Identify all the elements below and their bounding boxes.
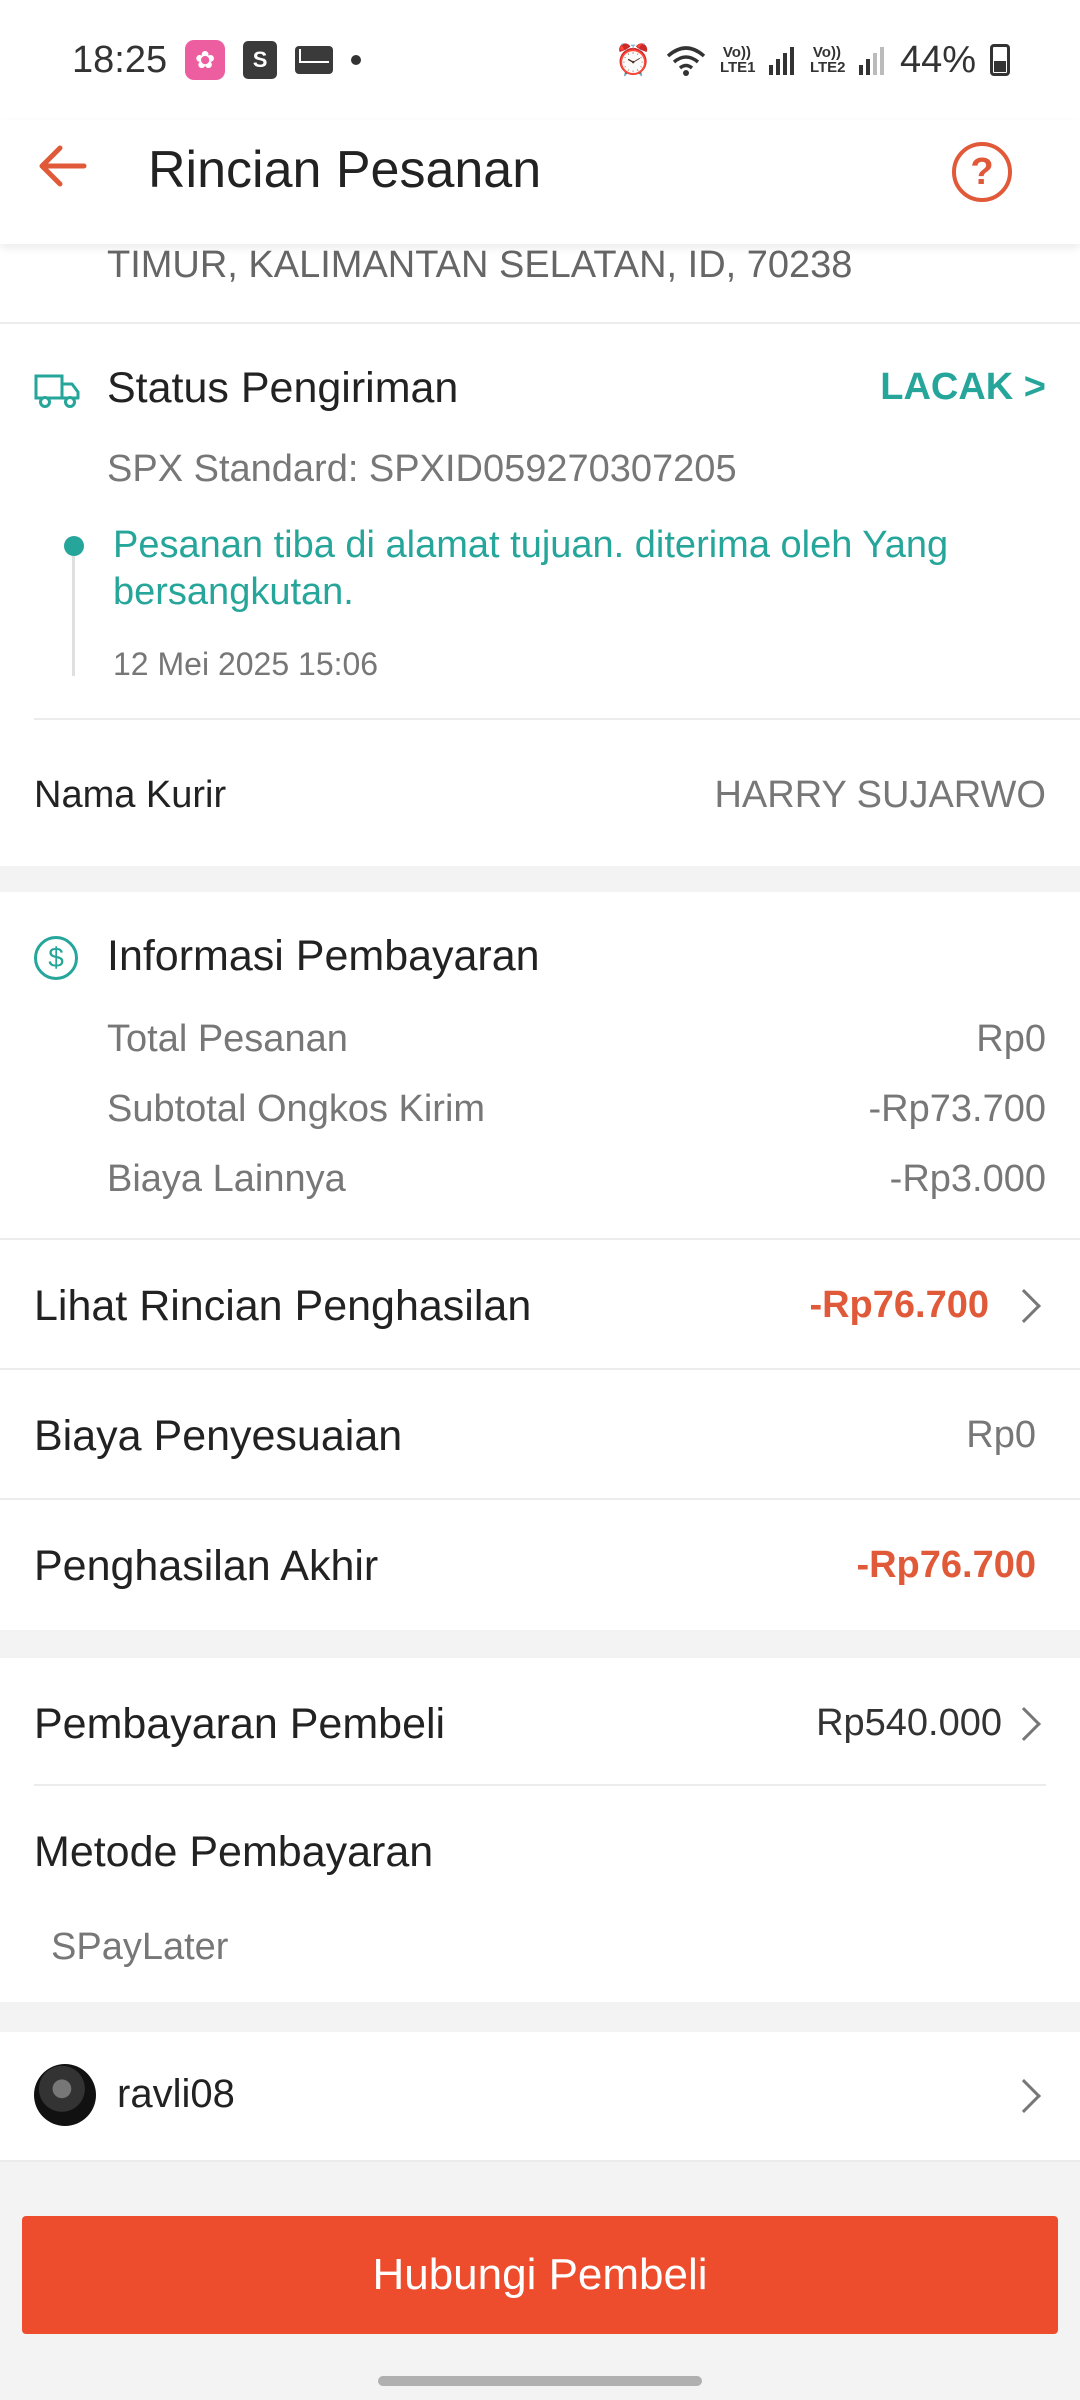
more-notifications-dot (351, 55, 362, 65)
courier-name: HARRY SUJARWO (714, 774, 1046, 816)
income-details-value: -Rp76.700 (809, 1284, 989, 1326)
total-order-label: Total Pesanan (107, 1018, 348, 1060)
timeline-line (72, 556, 75, 676)
status-bar: 18:25 ✿ S ⏰ Vo)) LTE1 Vo)) LTE2 44% (0, 0, 1080, 120)
alarm-icon: ⏰ (614, 43, 652, 77)
other-fees-label: Biaya Lainnya (107, 1158, 346, 1200)
timeline-dot (64, 536, 84, 556)
income-details-label: Lihat Rincian Penghasilan (34, 1282, 532, 1330)
status-time: 18:25 (72, 38, 168, 81)
chevron-right-icon (1007, 1289, 1041, 1323)
shipping-service: SPX Standard: SPXID059270307205 (107, 448, 737, 490)
payment-info-title: Informasi Pembayaran (107, 932, 540, 980)
avatar (34, 2064, 96, 2126)
shipping-subtotal-label: Subtotal Ongkos Kirim (107, 1088, 486, 1130)
bottom-action-bar: Hubungi Pembeli (0, 2194, 1080, 2400)
divider (34, 718, 1080, 720)
buyer-payment-label[interactable]: Pembayaran Pembeli (34, 1700, 445, 1749)
sim1-label: Vo)) LTE1 (719, 44, 756, 76)
adjustment-value: Rp0 (966, 1414, 1036, 1456)
adjustment-label: Biaya Penyesuaian (34, 1412, 403, 1460)
income-details-row[interactable]: Lihat Rincian Penghasilan -Rp76.700 (0, 1240, 1080, 1368)
battery-icon (990, 44, 1010, 76)
wifi-icon (666, 46, 706, 76)
shipping-event-time: 12 Mei 2025 15:06 (113, 646, 379, 682)
signal-icon (858, 47, 884, 75)
shipping-status-title: Status Pengiriman (107, 364, 459, 412)
shipping-section: Status Pengiriman LACAK > SPX Standard: … (0, 324, 1080, 866)
payment-method-label: Metode Pembayaran (34, 1828, 434, 1876)
shipping-subtotal-value: -Rp73.700 (868, 1088, 1046, 1130)
truck-icon (34, 374, 80, 408)
final-income-label: Penghasilan Akhir (34, 1542, 379, 1590)
buyer-payment-value[interactable]: Rp540.000 (816, 1702, 1002, 1745)
mail-icon (295, 46, 334, 74)
shipping-event: Pesanan tiba di alamat tujuan. diterima … (113, 524, 949, 613)
total-order-value: Rp0 (976, 1018, 1046, 1060)
app-bar: Rincian Pesanan ? (0, 120, 1080, 244)
page-title: Rincian Pesanan (148, 141, 542, 199)
other-fees-value: -Rp3.000 (889, 1158, 1046, 1200)
buyer-row[interactable]: ravli08 (0, 2032, 1080, 2160)
help-icon[interactable]: ? (952, 142, 1012, 202)
chevron-right-icon[interactable] (1007, 1707, 1041, 1741)
signal-icon (768, 47, 794, 75)
adjustment-row: Biaya Penyesuaian Rp0 (0, 1370, 1080, 1498)
address-section: TIMUR, KALIMANTAN SELATAN, ID, 70238 (0, 244, 1080, 322)
address-line: TIMUR, KALIMANTAN SELATAN, ID, 70238 (107, 244, 853, 286)
buyer-payment-section: Pembayaran Pembeli Rp540.000 Metode Pemb… (0, 1658, 1080, 2002)
payment-method-value: SPayLater (51, 1926, 229, 1968)
payment-info-section: $ Informasi Pembayaran Total Pesanan Rp0… (0, 892, 1080, 1238)
photo-app-icon: ✿ (185, 40, 226, 80)
divider (34, 1784, 1046, 1786)
contact-buyer-button[interactable]: Hubungi Pembeli (22, 2216, 1058, 2334)
back-arrow-icon[interactable] (34, 136, 94, 196)
dollar-icon: $ (34, 936, 78, 980)
chevron-right-icon (1007, 2079, 1041, 2113)
final-income-row: Penghasilan Akhir -Rp76.700 (0, 1500, 1080, 1630)
battery-percent: 44% (899, 38, 976, 81)
divider (0, 2160, 1080, 2162)
shopping-bag-icon: S (243, 41, 278, 79)
buyer-username: ravli08 (117, 2072, 235, 2116)
sim2-label: Vo)) LTE2 (809, 44, 846, 76)
home-indicator[interactable] (378, 2376, 702, 2386)
courier-label: Nama Kurir (34, 774, 227, 816)
track-link[interactable]: LACAK > (880, 366, 1046, 409)
final-income-value: -Rp76.700 (856, 1544, 1036, 1586)
